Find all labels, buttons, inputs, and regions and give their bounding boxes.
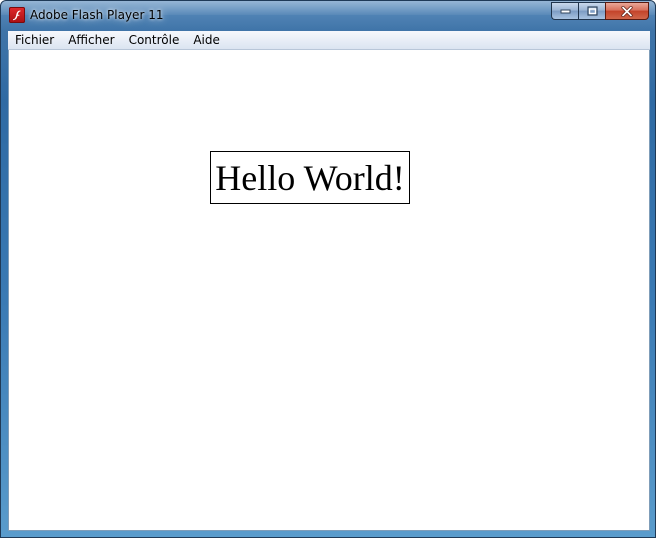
minimize-icon [560, 9, 570, 13]
menu-afficher[interactable]: Afficher [61, 31, 121, 49]
minimize-button[interactable] [551, 2, 578, 20]
menu-fichier[interactable]: Fichier [8, 31, 61, 49]
menu-bar: Fichier Afficher Contrôle Aide [8, 31, 650, 50]
flash-player-icon[interactable] [9, 7, 25, 23]
menu-controle[interactable]: Contrôle [122, 31, 187, 49]
flash-stage[interactable]: Hello World! [8, 50, 650, 531]
app-window: Adobe Flash Player 11 Fichier Afficher C… [0, 0, 656, 538]
close-button[interactable] [605, 2, 649, 20]
flash-glyph-icon [13, 10, 21, 21]
close-icon [621, 5, 633, 17]
maximize-icon [586, 6, 598, 16]
window-title: Adobe Flash Player 11 [30, 8, 164, 22]
menu-aide[interactable]: Aide [186, 31, 227, 49]
caption-buttons [551, 2, 649, 21]
title-bar[interactable]: Adobe Flash Player 11 [1, 1, 655, 31]
maximize-button[interactable] [578, 2, 605, 20]
hello-world-text: Hello World! [215, 157, 405, 198]
hello-world-textbox: Hello World! [210, 151, 410, 204]
